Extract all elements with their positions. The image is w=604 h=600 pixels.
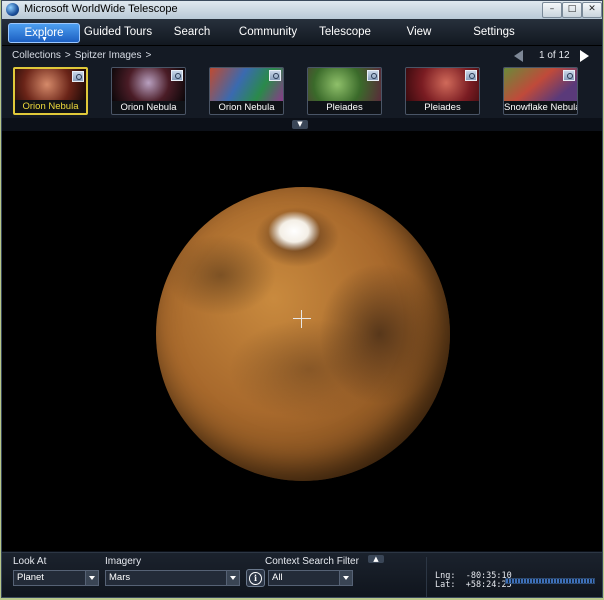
window-title: Microsoft WorldWide Telescope <box>24 3 178 15</box>
thumbnail-item[interactable]: Pleiades <box>405 67 480 115</box>
thumbnail-item[interactable]: Snowflake Nebula <box>503 67 578 115</box>
thumbnail-item[interactable]: Orion Nebula <box>209 67 284 115</box>
zoom-indicator-bar <box>505 578 595 584</box>
next-page-icon[interactable] <box>580 50 589 62</box>
thumbnail-item[interactable]: Orion Nebula <box>13 67 88 115</box>
thumbnail-item[interactable]: Orion Nebula <box>111 67 186 115</box>
main-menu: Explore ▼ Guided Tours Search Community … <box>2 19 602 46</box>
image-badge-icon[interactable] <box>171 70 183 81</box>
image-badge-icon[interactable] <box>367 70 379 81</box>
imagery-select[interactable]: Mars <box>105 570 240 586</box>
tab-explore[interactable]: Explore ▼ <box>8 23 80 43</box>
thumbnail-label: Snowflake Nebula <box>504 101 577 114</box>
breadcrumb: Collections > Spitzer Images > <box>12 50 155 61</box>
imagery-label: Imagery <box>105 556 142 567</box>
chevron-up-icon: ▲ <box>373 555 379 563</box>
thumbnail-strip: Orion Nebula Orion Nebula Orion Nebula P… <box>2 66 602 118</box>
coordinates-readout: Lng: -80:35:10 Lat: +58:24:25 <box>426 557 602 597</box>
thumbnail-label: Pleiades <box>406 101 479 114</box>
chevron-down-icon[interactable] <box>226 571 239 585</box>
context-filter-value: All <box>272 572 283 583</box>
expand-panel-button[interactable]: ▲ <box>368 555 384 563</box>
look-at-label: Look At <box>13 556 47 567</box>
tab-search[interactable]: Search <box>162 23 222 43</box>
tab-view[interactable]: View <box>394 23 444 43</box>
collection-bar: Collections > Spitzer Images > 1 of 12 <box>2 46 602 66</box>
mars-planet[interactable] <box>156 187 450 481</box>
chevron-down-icon: ▼ <box>41 36 48 43</box>
app-window: Microsoft WorldWide Telescope – □ ✕ Expl… <box>1 0 603 598</box>
chevron-down-icon[interactable] <box>85 571 98 585</box>
info-icon: i <box>249 572 262 585</box>
previous-page-icon[interactable] <box>514 50 523 62</box>
look-at-select[interactable]: Planet <box>13 570 99 586</box>
title-bar[interactable]: Microsoft WorldWide Telescope – □ ✕ <box>2 1 602 19</box>
imagery-value: Mars <box>109 572 131 583</box>
close-button[interactable]: ✕ <box>582 2 602 18</box>
tab-guided-tours[interactable]: Guided Tours <box>82 23 154 43</box>
look-at-value: Planet <box>17 572 44 583</box>
context-filter-select[interactable]: All <box>268 570 353 586</box>
minimize-button[interactable]: – <box>542 2 562 18</box>
maximize-button[interactable]: □ <box>562 2 582 18</box>
thumbnail-label: Pleiades <box>308 101 381 114</box>
image-badge-icon[interactable] <box>465 70 477 81</box>
thumbnail-label: Orion Nebula <box>15 100 86 113</box>
thumbnail-item[interactable]: Pleiades <box>307 67 382 115</box>
crosshair-icon <box>293 310 311 328</box>
thumbnail-label: Orion Nebula <box>112 101 185 114</box>
tab-settings[interactable]: Settings <box>462 23 526 43</box>
breadcrumb-separator: > <box>64 50 71 61</box>
wwt-globe-icon <box>6 3 19 16</box>
breadcrumb-collections[interactable]: Collections <box>12 50 61 61</box>
breadcrumb-separator[interactable]: > <box>145 50 151 61</box>
image-badge-icon[interactable] <box>72 71 84 82</box>
image-badge-icon[interactable] <box>563 70 575 81</box>
latitude-readout: Lat: +58:24:25 <box>435 580 512 590</box>
thumbnail-label: Orion Nebula <box>210 101 283 114</box>
image-badge-icon[interactable] <box>269 70 281 81</box>
chevron-down-icon: ▼ <box>297 120 303 128</box>
tab-community[interactable]: Community <box>234 23 302 43</box>
collapse-thumbnails-button[interactable]: ▼ <box>292 120 308 129</box>
tab-telescope[interactable]: Telescope <box>312 23 378 43</box>
breadcrumb-spitzer-images[interactable]: Spitzer Images <box>75 50 142 61</box>
page-indicator: 1 of 12 <box>539 50 570 61</box>
context-filter-label: Context Search Filter <box>265 556 359 567</box>
info-button[interactable]: i <box>246 569 265 587</box>
chevron-down-icon[interactable] <box>339 571 352 585</box>
bottom-control-panel: ▲ Look At Planet Imagery Mars i Context … <box>2 552 602 597</box>
